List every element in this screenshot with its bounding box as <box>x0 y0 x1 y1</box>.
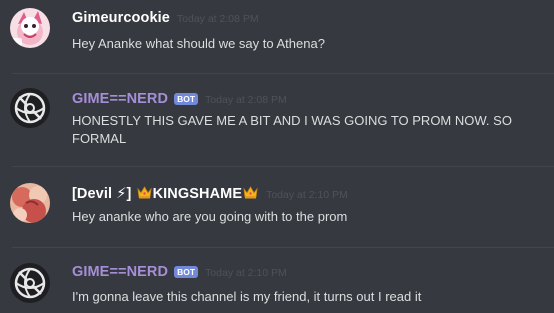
crown-emoji-icon <box>243 186 258 199</box>
message-text: Hey Ananke what should we say to Athena? <box>72 36 325 51</box>
timestamp: Today at 2:08 PM <box>176 13 259 25</box>
message-header: [Devil ⚡] KINGSHAME Today at 2:10 PM <box>72 185 348 203</box>
message-header: GIME==NERD BOT Today at 2:10 PM <box>72 263 287 281</box>
pink-anime-character-avatar-icon <box>10 8 50 48</box>
bot-avatar[interactable] <box>10 263 50 303</box>
bot-tag: BOT <box>174 93 199 105</box>
username[interactable]: [Devil ⚡] KINGSHAME <box>72 186 259 202</box>
message-text: I'm gonna leave this channel is my frien… <box>72 289 422 304</box>
timestamp: Today at 2:10 PM <box>205 267 287 279</box>
message-group: GIME==NERD BOT Today at 2:08 PM HONESTLY… <box>0 74 554 166</box>
message-group: GIME==NERD BOT Today at 2:10 PM I'm gonn… <box>0 248 554 313</box>
message-header: GIME==NERD BOT Today at 2:08 PM <box>72 90 287 108</box>
message-text: Hey ananke who are you going with to the… <box>72 209 348 224</box>
message-group: [Devil ⚡] KINGSHAME Today at 2:10 PM Hey… <box>0 167 554 247</box>
message-text: HONESTLY THIS GAVE ME A BIT AND I WAS GO… <box>72 113 512 146</box>
chat-message-list: Gimeurcookie Today at 2:08 PM Hey Ananke… <box>0 0 554 313</box>
username-prefix: [Devil ⚡] <box>72 186 132 202</box>
dark-swirl-logo-avatar-icon <box>10 88 50 128</box>
username[interactable]: GIME==NERD <box>72 264 168 280</box>
dark-swirl-logo-avatar-icon <box>10 263 50 303</box>
username[interactable]: Gimeurcookie <box>72 10 170 26</box>
message-group: Gimeurcookie Today at 2:08 PM Hey Ananke… <box>0 0 554 74</box>
crown-emoji-icon <box>136 186 152 199</box>
username-main: KINGSHAME <box>152 186 243 202</box>
user-avatar[interactable] <box>10 8 50 48</box>
bot-avatar[interactable] <box>10 88 50 128</box>
timestamp: Today at 2:10 PM <box>266 189 348 201</box>
pink-red-illustration-avatar-icon <box>10 183 50 223</box>
username[interactable]: GIME==NERD <box>72 91 168 107</box>
timestamp: Today at 2:08 PM <box>205 94 287 106</box>
user-avatar[interactable] <box>10 183 50 223</box>
bot-tag: BOT <box>174 266 199 278</box>
message-header: Gimeurcookie Today at 2:08 PM <box>72 9 259 27</box>
